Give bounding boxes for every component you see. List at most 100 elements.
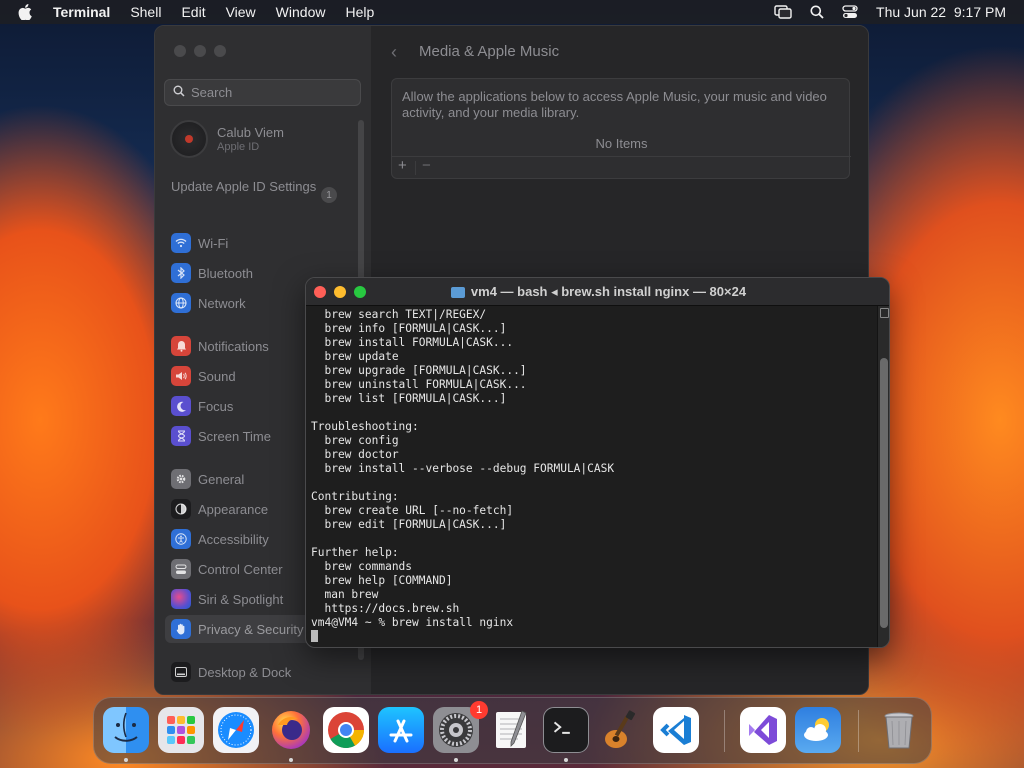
- sidebar-item-general[interactable]: General: [171, 468, 244, 490]
- launchpad-icon[interactable]: [158, 707, 204, 753]
- sidebar-item-bluetooth[interactable]: Bluetooth: [171, 262, 253, 284]
- app-store-icon[interactable]: [378, 707, 424, 753]
- dock-separator: [724, 710, 725, 752]
- sidebar-item-notifications[interactable]: Notifications: [171, 335, 269, 357]
- control-center-icon: [171, 559, 191, 579]
- sidebar-item-label: Network: [198, 295, 246, 311]
- scroll-top-icon[interactable]: [880, 308, 889, 318]
- firefox-icon[interactable]: [268, 707, 314, 753]
- sidebar-item-label: Wi-Fi: [198, 235, 229, 251]
- terminal-line: brew edit [FORMULA|CASK...]: [311, 518, 507, 531]
- terminal-line: brew search TEXT|/REGEX/: [311, 308, 487, 321]
- apple-id-account[interactable]: Calub Viem Apple ID: [170, 120, 284, 158]
- vscode-icon[interactable]: [653, 707, 699, 753]
- trash-icon[interactable]: [876, 707, 922, 753]
- sidebar-item-accessibility[interactable]: Accessibility: [171, 528, 269, 550]
- chrome-icon[interactable]: [323, 707, 369, 753]
- garageband-icon[interactable]: [598, 707, 644, 753]
- app-access-list: Allow the applications below to access A…: [391, 78, 851, 179]
- terminal-line: Contributing:: [311, 490, 399, 503]
- running-indicator: [564, 758, 568, 762]
- terminal-titlebar[interactable]: vm4 — bash ◂ brew.sh install nginx — 80×…: [306, 278, 889, 306]
- sidebar-item-wifi[interactable]: Wi-Fi: [171, 232, 228, 254]
- sidebar-item-label: Control Center: [198, 561, 283, 577]
- weather-icon[interactable]: [795, 707, 841, 753]
- scrollbar-thumb[interactable]: [880, 358, 888, 628]
- sidebar-item-label: Appearance: [198, 501, 269, 517]
- zoom-button[interactable]: [214, 45, 226, 57]
- screen-mirroring-icon[interactable]: [774, 5, 792, 19]
- menu-app-name[interactable]: Terminal: [53, 4, 110, 20]
- remove-app-button[interactable]: −: [422, 157, 431, 174]
- back-chevron-icon[interactable]: ‹: [391, 42, 397, 63]
- terminal-window[interactable]: vm4 — bash ◂ brew.sh install nginx — 80×…: [305, 277, 890, 648]
- running-indicator: [454, 758, 458, 762]
- visual-studio-icon[interactable]: [740, 707, 786, 753]
- sidebar-item-network[interactable]: Network: [171, 292, 246, 314]
- sidebar-item-label: Accessibility: [198, 531, 269, 547]
- sidebar-item-desktop-dock[interactable]: Desktop & Dock: [171, 661, 291, 683]
- terminal-title-text: vm4 — bash ◂ brew.sh install nginx — 80×…: [470, 284, 747, 299]
- menu-help[interactable]: Help: [345, 4, 374, 20]
- sidebar-item-focus[interactable]: Focus: [171, 395, 233, 417]
- textedit-icon[interactable]: [488, 707, 534, 753]
- hourglass-icon: [171, 426, 191, 446]
- terminal-line: brew uninstall FORMULA|CASK...: [311, 378, 527, 391]
- terminal-prompt-line: vm4@VM4 ~ % brew install nginx: [311, 616, 514, 629]
- spotlight-search-icon[interactable]: [810, 5, 824, 19]
- globe-icon: [171, 293, 191, 313]
- terminal-scrollbar[interactable]: [877, 306, 889, 647]
- terminal-icon[interactable]: [543, 707, 589, 753]
- apple-menu-icon[interactable]: [18, 4, 38, 20]
- search-icon: [173, 85, 185, 100]
- terminal-line: brew upgrade [FORMULA|CASK...]: [311, 364, 527, 377]
- menu-edit[interactable]: Edit: [181, 4, 205, 20]
- settings-search-input[interactable]: Search: [164, 79, 361, 106]
- sidebar-item-label: Desktop & Dock: [198, 664, 292, 680]
- sidebar-item-appearance[interactable]: Appearance: [171, 498, 268, 520]
- menu-view[interactable]: View: [226, 4, 256, 20]
- terminal-line: man brew: [311, 588, 379, 601]
- sidebar-item-label: Notifications: [198, 338, 269, 354]
- control-center-icon[interactable]: [842, 5, 858, 19]
- hand-icon: [171, 619, 191, 639]
- terminal-line: brew help [COMMAND]: [311, 574, 453, 587]
- button-separator: [415, 161, 416, 175]
- sidebar-item-screen-time[interactable]: Screen Time: [171, 425, 271, 447]
- sidebar-item-label: Privacy & Security: [198, 621, 304, 637]
- siri-icon: [171, 589, 191, 609]
- add-app-button[interactable]: +: [398, 157, 407, 174]
- dock: 1: [93, 697, 932, 764]
- access-description: Allow the applications below to access A…: [402, 89, 827, 120]
- terminal-line: brew commands: [311, 560, 413, 573]
- terminal-line: Further help:: [311, 546, 399, 559]
- wifi-icon: [171, 233, 191, 253]
- appearance-icon: [171, 499, 191, 519]
- update-apple-id-settings[interactable]: Update Apple ID Settings: [171, 179, 341, 195]
- menu-window[interactable]: Window: [276, 4, 326, 20]
- close-button[interactable]: [174, 45, 186, 57]
- bluetooth-icon: [171, 263, 191, 283]
- sidebar-item-label: Bluetooth: [198, 265, 253, 281]
- sidebar-item-siri-spotlight[interactable]: Siri & Spotlight: [171, 588, 283, 610]
- speaker-icon: [171, 366, 191, 386]
- sidebar-item-label: Screen Time: [198, 428, 271, 444]
- sidebar-item-sound[interactable]: Sound: [171, 365, 236, 387]
- running-indicator: [289, 758, 293, 762]
- menu-clock[interactable]: Thu Jun 22 9:17 PM: [876, 4, 1006, 20]
- finder-icon[interactable]: [103, 707, 149, 753]
- account-name: Calub Viem: [217, 125, 284, 140]
- safari-icon[interactable]: [213, 707, 259, 753]
- sidebar-item-label: General: [198, 471, 245, 487]
- dock-icon: [171, 662, 191, 682]
- minimize-button[interactable]: [194, 45, 206, 57]
- terminal-output[interactable]: brew search TEXT|/REGEX/ brew info [FORM…: [311, 308, 871, 643]
- page-title: Media & Apple Music: [419, 43, 560, 60]
- menu-shell[interactable]: Shell: [130, 4, 161, 20]
- sidebar-item-control-center[interactable]: Control Center: [171, 558, 283, 580]
- terminal-line: brew create URL [--no-fetch]: [311, 504, 514, 517]
- search-placeholder: Search: [191, 85, 233, 100]
